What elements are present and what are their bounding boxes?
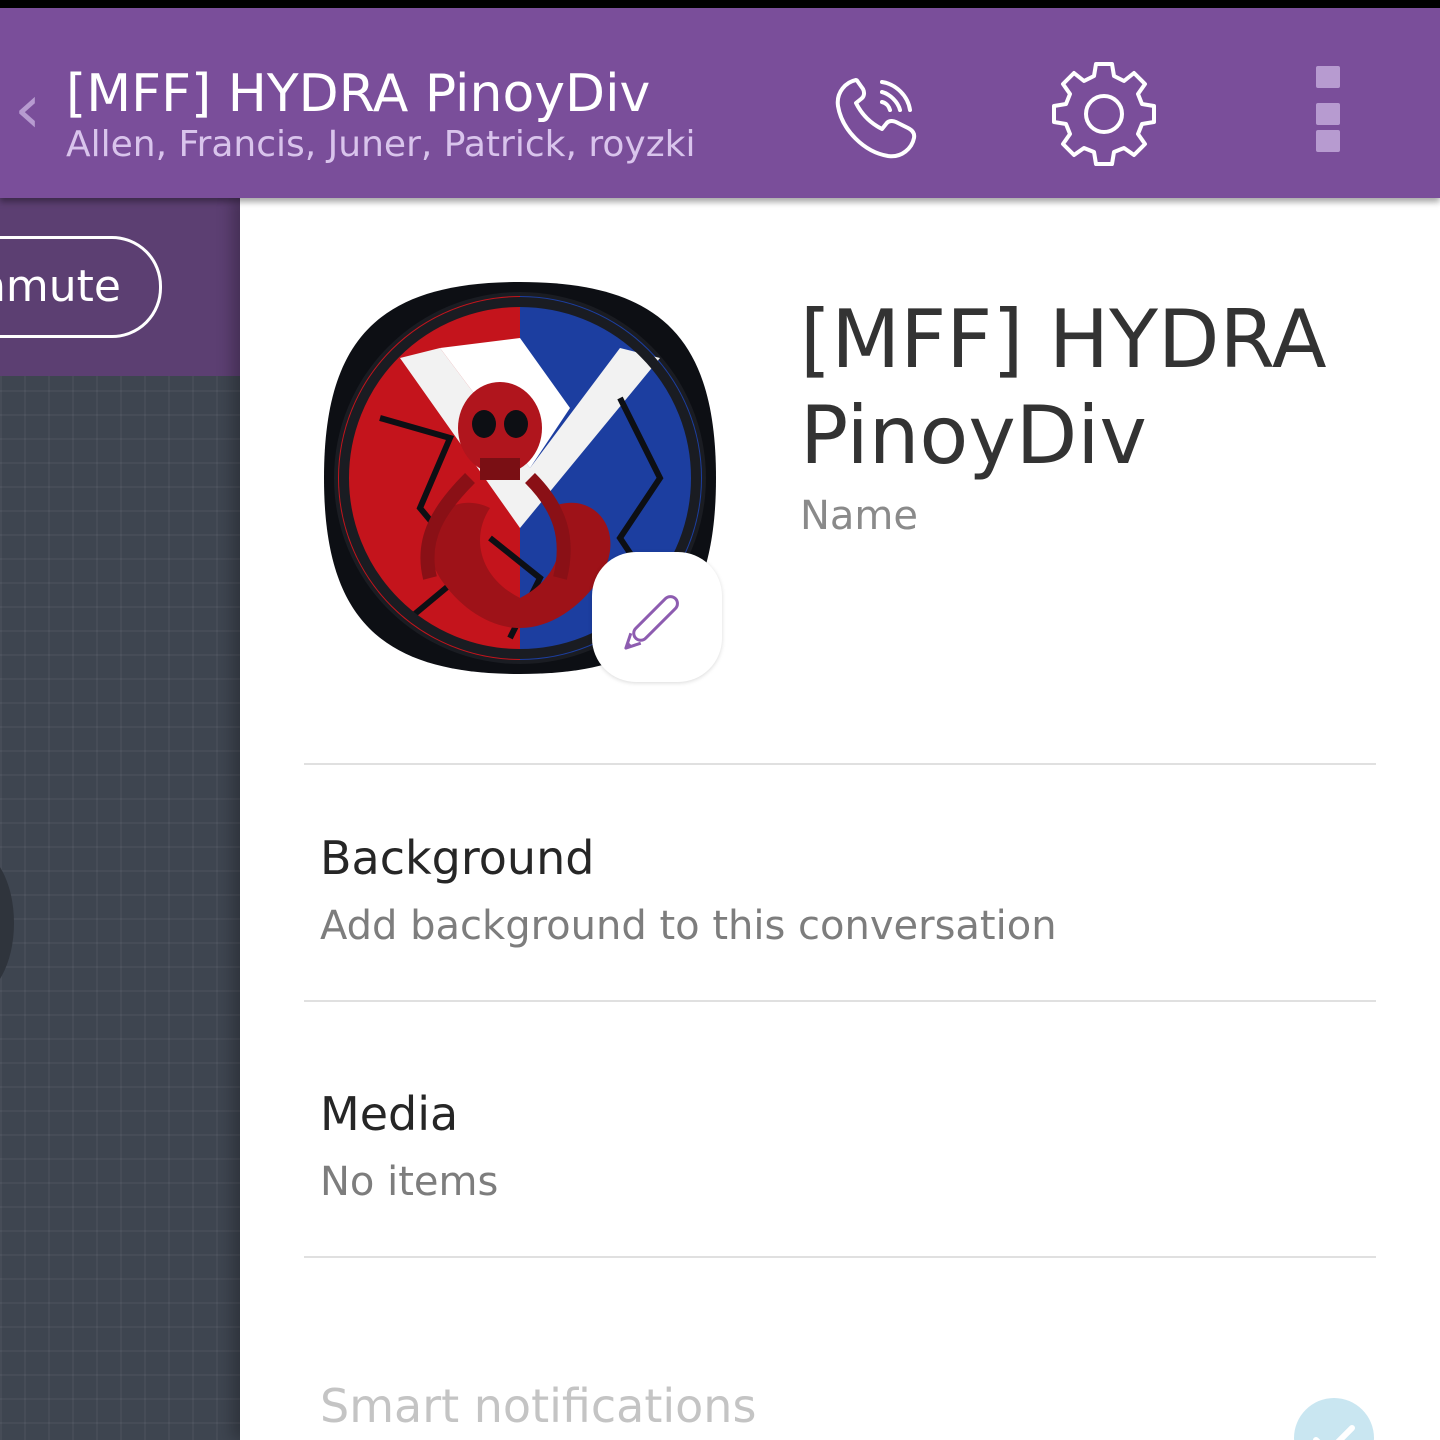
divider	[304, 1000, 1376, 1002]
call-button[interactable]	[826, 60, 934, 168]
name-caption: Name	[800, 493, 919, 539]
media-subtitle: No items	[320, 1159, 499, 1205]
gear-icon	[1052, 62, 1156, 166]
checkmark-icon	[1313, 1425, 1355, 1440]
settings-button[interactable]	[1050, 60, 1158, 168]
smart-notifications-checkbox[interactable]	[1294, 1398, 1374, 1440]
divider	[304, 1256, 1376, 1258]
edit-avatar-button[interactable]	[592, 552, 722, 682]
smart-notifications-title: Smart notifications	[320, 1379, 757, 1433]
chat-header: Unmute	[0, 198, 240, 376]
chat-action-button[interactable]	[0, 848, 14, 998]
member-list[interactable]: Allen, Francis, Juner, Patrick, royzki	[66, 124, 695, 166]
chat-pane: Unmute	[0, 198, 240, 1440]
back-chevron-icon[interactable]: ‹	[14, 70, 54, 150]
overflow-menu-button[interactable]	[1300, 66, 1356, 162]
group-name[interactable]: [MFF] HYDRA PinoyDiv	[800, 292, 1400, 484]
background-subtitle: Add background to this conversation	[320, 903, 1057, 949]
divider	[304, 763, 1376, 765]
pencil-icon	[624, 595, 679, 650]
conversation-info-panel: [MFF] HYDRA PinoyDiv Name Background Add…	[240, 198, 1440, 1440]
viber-call-icon	[835, 78, 917, 159]
conversation-title[interactable]: [MFF] HYDRA PinoyDiv	[66, 64, 650, 124]
app-bar: ‹ [MFF] HYDRA PinoyDiv Allen, Francis, J…	[0, 8, 1440, 198]
status-strip	[0, 0, 1440, 8]
unmute-button[interactable]: Unmute	[0, 236, 162, 338]
background-title: Background	[320, 831, 595, 885]
media-title: Media	[320, 1087, 459, 1141]
